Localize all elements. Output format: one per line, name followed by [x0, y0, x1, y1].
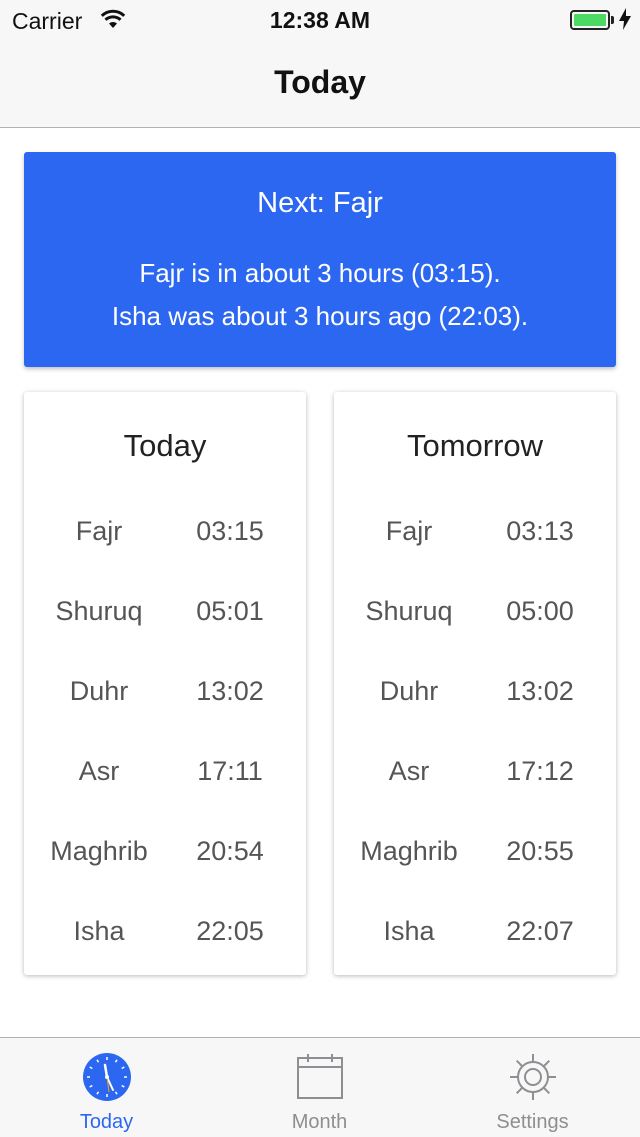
prayer-time: 13:02: [506, 676, 574, 706]
prayer-row-isha: Isha 22:05: [24, 894, 306, 974]
gear-icon: [509, 1054, 556, 1100]
prayer-row-fajr: Fajr 03:13: [334, 494, 616, 574]
prayer-time: 20:54: [196, 836, 264, 866]
today-card-title: Today: [123, 428, 207, 463]
prayer-row-maghrib: Maghrib 20:55: [334, 814, 616, 894]
prayer-time: 17:11: [197, 756, 263, 786]
navigation-bar: Today: [0, 40, 640, 128]
tab-month-label: Month: [291, 1111, 348, 1133]
tab-today[interactable]: Today: [0, 1038, 213, 1137]
prayer-time: 20:55: [506, 836, 574, 866]
page-title: Today: [274, 64, 366, 100]
prayer-row-shuruq: Shuruq 05:00: [334, 574, 616, 654]
prayer-time: 13:02: [196, 676, 264, 706]
next-prayer-countdown: Fajr is in about 3 hours (03:15).: [139, 258, 501, 288]
prayer-row-maghrib: Maghrib 20:54: [24, 814, 306, 894]
prayer-time: 05:00: [506, 596, 574, 626]
prayer-name: Fajr: [385, 516, 433, 546]
prayer-time: 03:13: [506, 516, 574, 546]
prayer-row-fajr: Fajr 03:15: [24, 494, 306, 574]
tab-today-label: Today: [79, 1111, 134, 1133]
prayer-name: Fajr: [75, 516, 123, 546]
prayer-name: Duhr: [69, 676, 129, 706]
tab-settings[interactable]: Settings: [426, 1038, 639, 1137]
prayer-time: 17:12: [506, 756, 574, 786]
prayer-row-shuruq: Shuruq 05:01: [24, 574, 306, 654]
prayer-time: 03:15: [196, 516, 264, 546]
status-time: 12:38 AM: [269, 7, 371, 33]
tab-month[interactable]: Month: [213, 1038, 426, 1137]
calendar-icon: [296, 1054, 343, 1099]
prayer-name: Maghrib: [360, 836, 458, 866]
battery-icon: [570, 10, 610, 30]
prayer-name: Asr: [388, 756, 430, 786]
charging-bolt-icon: [619, 8, 631, 30]
tab-bar: Today Month Settings: [0, 1037, 640, 1137]
tomorrow-card-title: Tomorrow: [406, 428, 544, 463]
prayer-name: Duhr: [379, 676, 439, 706]
prayer-name: Maghrib: [50, 836, 148, 866]
tomorrow-schedule-card: Tomorrow Fajr 03:13 Shuruq 05:00 Duhr 13…: [334, 392, 616, 975]
prayer-time: 22:05: [196, 916, 264, 946]
tab-settings-label: Settings: [496, 1111, 569, 1133]
previous-prayer-info: Isha was about 3 hours ago (22:03).: [111, 301, 529, 331]
prayer-row-asr: Asr 17:11: [24, 734, 306, 814]
next-prayer-card: Next: Fajr Fajr is in about 3 hours (03:…: [24, 152, 616, 367]
status-bar: Carrier 12:38 AM: [0, 0, 640, 40]
prayer-time: 22:07: [506, 916, 574, 946]
prayer-row-duhr: Duhr 13:02: [24, 654, 306, 734]
prayer-name: Shuruq: [365, 596, 453, 626]
prayer-time: 05:01: [196, 596, 264, 626]
prayer-name: Isha: [383, 916, 435, 946]
prayer-row-isha: Isha 22:07: [334, 894, 616, 974]
battery-cap: [611, 16, 614, 24]
next-prayer-title: Next: Fajr: [257, 187, 383, 219]
prayer-row-duhr: Duhr 13:02: [334, 654, 616, 734]
prayer-name: Shuruq: [55, 596, 143, 626]
today-schedule-card: Today Fajr 03:15 Shuruq 05:01 Duhr 13:02…: [24, 392, 306, 975]
prayer-row-asr: Asr 17:12: [334, 734, 616, 814]
clock-icon: [82, 1053, 131, 1101]
prayer-name: Isha: [73, 916, 125, 946]
prayer-name: Asr: [78, 756, 120, 786]
